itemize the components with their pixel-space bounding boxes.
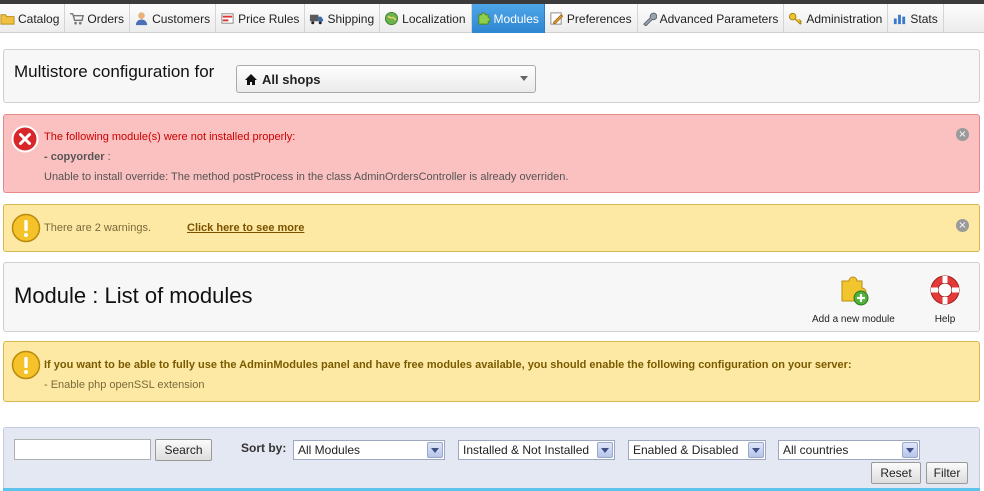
error-message: The following module(s) were not install…: [44, 131, 296, 143]
tab-catalog-label: Catalog: [18, 11, 60, 26]
tab-modules[interactable]: Modules: [471, 4, 545, 33]
configuration-detail: - Enable php openSSL extension: [44, 379, 205, 391]
warning-alert: There are 2 warnings. Click here to see …: [3, 204, 980, 252]
tab-localization-label: Localization: [402, 11, 466, 26]
tab-stats-label: Stats: [910, 11, 938, 26]
tab-advanced-parameters-label: Advanced Parameters: [659, 11, 779, 26]
tab-administration[interactable]: Administration: [784, 4, 889, 33]
install-status-select[interactable]: Installed & Not Installed: [458, 440, 615, 460]
search-input[interactable]: [14, 439, 151, 460]
truck-icon: [309, 11, 324, 26]
wrench-icon: [642, 11, 657, 26]
module-type-select[interactable]: All Modules: [293, 440, 445, 460]
error-icon: [11, 125, 39, 153]
globe-icon: [384, 11, 399, 26]
country-select[interactable]: All countries: [778, 440, 920, 460]
tab-price-rules[interactable]: Price Rules: [216, 4, 306, 33]
shop-selector[interactable]: All shops: [236, 65, 536, 93]
tab-orders[interactable]: Orders: [65, 4, 131, 33]
chevron-down-icon: [902, 442, 918, 458]
error-module-suffix: :: [104, 151, 111, 163]
warning-icon: [11, 350, 41, 380]
error-module-name: - copyorder :: [44, 151, 111, 163]
error-alert: The following module(s) were not install…: [3, 114, 980, 193]
chevron-down-icon: [427, 442, 443, 458]
close-icon[interactable]: ×: [956, 128, 969, 141]
shop-selector-value: All shops: [262, 71, 321, 87]
help-label: Help: [934, 314, 956, 325]
cart-icon: [69, 11, 85, 26]
filter-button[interactable]: Filter: [926, 462, 968, 484]
filter-bar: Search Sort by: All Modules Installed & …: [3, 427, 980, 491]
country-value: All countries: [783, 443, 849, 457]
tab-preferences[interactable]: Preferences: [545, 4, 638, 33]
search-button[interactable]: Search: [155, 439, 212, 461]
multistore-panel: Multistore configuration for All shops: [3, 49, 980, 103]
add-module-button[interactable]: Add a new module: [812, 273, 895, 325]
tab-shipping-label: Shipping: [327, 11, 375, 26]
warning-text: There are 2 warnings.: [44, 222, 151, 234]
home-icon: [244, 73, 258, 86]
error-detail: Unable to install override: The method p…: [44, 171, 569, 183]
error-module-label: - copyorder: [44, 151, 105, 163]
enabled-status-select[interactable]: Enabled & Disabled: [628, 440, 766, 460]
tab-localization[interactable]: Localization: [380, 4, 472, 33]
tab-catalog[interactable]: Catalog: [0, 4, 66, 33]
chevron-down-icon: [520, 76, 528, 81]
price-tag-icon: [220, 11, 235, 26]
module-list-header: Module : List of modules Add a new modul…: [3, 262, 980, 332]
configuration-alert: If you want to be able to fully use the …: [3, 341, 980, 402]
preferences-icon: [549, 11, 564, 26]
folder-icon: [0, 11, 15, 26]
chevron-down-icon: [748, 442, 764, 458]
key-icon: [788, 11, 803, 26]
tab-stats[interactable]: Stats: [888, 4, 944, 33]
tab-customers-label: Customers: [152, 11, 211, 26]
tab-price-rules-label: Price Rules: [238, 11, 300, 26]
chevron-down-icon: [597, 442, 613, 458]
close-icon[interactable]: ×: [956, 219, 969, 232]
lifebuoy-icon: [930, 275, 960, 305]
tab-shipping[interactable]: Shipping: [305, 4, 381, 33]
show-warnings-link[interactable]: Click here to see more: [187, 222, 304, 234]
module-type-value: All Modules: [298, 443, 361, 457]
add-module-label: Add a new module: [812, 314, 895, 325]
help-button[interactable]: Help: [928, 273, 962, 325]
tab-preferences-label: Preferences: [566, 11, 632, 26]
tab-orders-label: Orders: [87, 11, 125, 26]
install-status-value: Installed & Not Installed: [463, 443, 590, 457]
configuration-message: If you want to be able to fully use the …: [44, 359, 852, 371]
reset-button[interactable]: Reset: [871, 462, 921, 484]
user-icon: [134, 11, 149, 26]
sort-by-label: Sort by:: [241, 441, 287, 455]
multistore-title: Multistore configuration for: [14, 62, 215, 81]
add-module-icon: [841, 276, 869, 306]
bar-chart-icon: [892, 11, 907, 26]
tab-administration-label: Administration: [806, 11, 883, 26]
puzzle-icon: [476, 11, 491, 26]
tab-advanced-parameters[interactable]: Advanced Parameters: [638, 4, 785, 33]
warning-icon: [11, 213, 41, 243]
tab-customers[interactable]: Customers: [130, 4, 217, 33]
enabled-status-value: Enabled & Disabled: [633, 443, 739, 457]
tab-modules-label: Modules: [493, 11, 539, 26]
page-title: Module : List of modules: [14, 283, 253, 308]
main-menu: Catalog Orders Customers Price Rules Shi…: [0, 4, 984, 33]
